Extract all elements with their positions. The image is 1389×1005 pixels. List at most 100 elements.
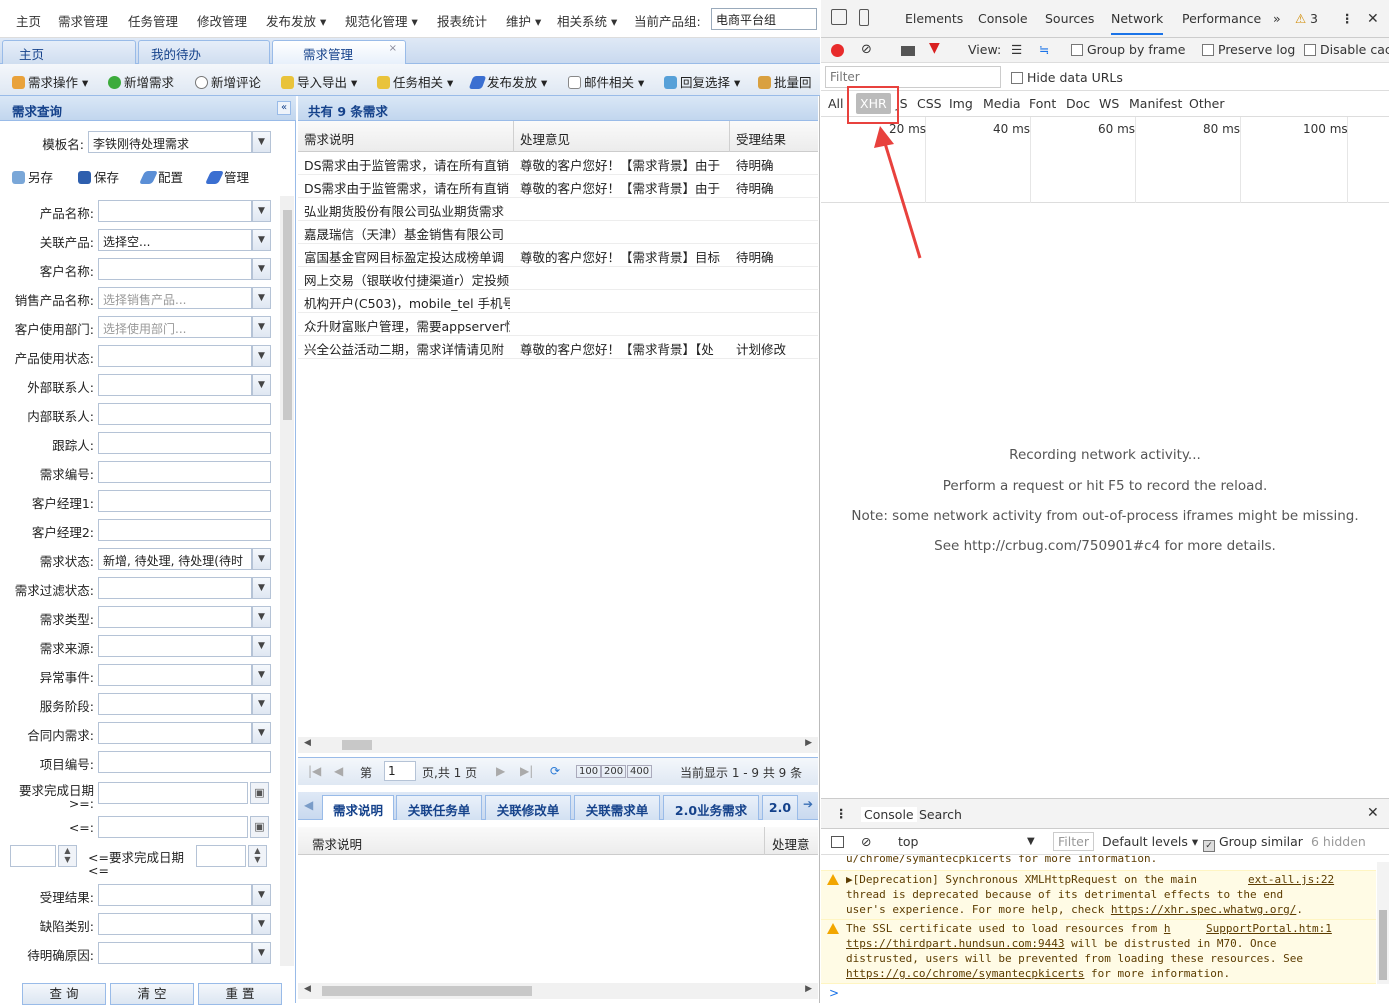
source-link[interactable]: ext-all.js:22	[1248, 872, 1334, 887]
query-field-13[interactable]: 新增, 待处理, 待处理(待时	[98, 548, 252, 570]
console-scrollbar[interactable]	[1377, 862, 1389, 984]
detail-horizontal-scrollbar[interactable]: ◀ ▶	[298, 983, 818, 999]
scroll-right-icon[interactable]: ▶	[805, 984, 812, 994]
table-row[interactable]: 众升财富账户管理，需要appserver恒	[298, 313, 818, 336]
clear-button[interactable]: 清 空	[110, 983, 194, 1005]
query-field-7[interactable]	[98, 374, 252, 396]
accept-result-select[interactable]	[98, 884, 252, 906]
chevron-down-icon[interactable]: ▼	[252, 577, 271, 599]
close-icon[interactable]: ×	[389, 43, 397, 54]
column-result[interactable]: 受理结果	[736, 129, 786, 148]
tab-performance[interactable]: Performance	[1182, 11, 1261, 26]
group-similar-checkbox[interactable]: ✓ Group similar	[1203, 834, 1303, 852]
save-as-button[interactable]: 另存	[12, 167, 53, 186]
manage-button[interactable]: 管理	[204, 167, 249, 186]
hide-data-urls-checkbox[interactable]: Hide data URLs	[1011, 70, 1123, 85]
calendar-icon[interactable]: ▣	[250, 816, 269, 838]
prev-page-icon[interactable]: ◀	[334, 764, 343, 778]
type-manifest[interactable]: Manifest	[1129, 96, 1182, 111]
query-field-1[interactable]	[98, 200, 252, 222]
query-field-9[interactable]	[98, 432, 271, 454]
table-row[interactable]: DS需求由于监管需求，请在所有直销 尊敬的客户您好！【需求背景】由于 待明确	[298, 175, 818, 198]
disable-cache-checkbox[interactable]: Disable cac	[1304, 42, 1389, 57]
template-select[interactable]: 李铁刚待处理需求	[88, 131, 252, 153]
days-after-field[interactable]	[196, 845, 246, 867]
calendar-icon[interactable]: ▣	[250, 782, 269, 804]
query-field-17[interactable]	[98, 664, 252, 686]
query-field-15[interactable]	[98, 606, 252, 628]
query-field-11[interactable]	[98, 490, 271, 512]
menu-changes[interactable]: 修改管理	[197, 11, 247, 30]
chevron-down-icon[interactable]: ▼	[252, 548, 271, 570]
chevron-down-icon[interactable]: ▼	[252, 229, 271, 251]
due-date-from-field[interactable]	[98, 782, 248, 804]
menu-standardization[interactable]: 规范化管理 ▾	[345, 11, 418, 30]
days-before-field[interactable]	[10, 845, 56, 867]
reset-button[interactable]: 重 置	[198, 983, 282, 1005]
table-row[interactable]: 弘业期货股份有限公司弘业期货需求	[298, 198, 818, 221]
scroll-left-icon[interactable]: ◀	[304, 984, 311, 994]
spinner-icon[interactable]: ▲ ▼	[248, 845, 267, 867]
close-icon[interactable]: ✕	[1367, 11, 1379, 27]
query-field-16[interactable]	[98, 635, 252, 657]
chevron-down-icon[interactable]: ▼	[252, 374, 271, 396]
scroll-tabs-right-icon[interactable]: ➔	[803, 797, 813, 811]
collapse-panel-button[interactable]: «	[277, 101, 291, 115]
query-field-5[interactable]: 选择使用部门...	[98, 316, 252, 338]
chevron-down-icon[interactable]: ▼	[252, 258, 271, 280]
menu-release[interactable]: 发布发放 ▾	[266, 11, 326, 30]
due-date-to-field[interactable]	[98, 816, 248, 838]
detail-column-opinion[interactable]: 处理意	[772, 834, 810, 853]
defect-type-select[interactable]	[98, 913, 252, 935]
product-group-field[interactable]: 电商平台组	[711, 8, 817, 30]
page-size-400[interactable]: 400	[627, 765, 653, 778]
mail-related-button[interactable]: 邮件相关 ▾	[568, 72, 644, 91]
tab-related-changes[interactable]: 关联修改单	[485, 795, 571, 820]
chevron-down-icon[interactable]: ▼	[252, 913, 271, 935]
group-by-frame-checkbox[interactable]: Group by frame	[1071, 42, 1185, 57]
chevron-down-icon[interactable]: ▼	[252, 664, 271, 686]
query-field-12[interactable]	[98, 519, 271, 541]
chevron-down-icon[interactable]: ▼	[252, 316, 271, 338]
table-row[interactable]: 网上交易（银联收付捷渠道r）定投频	[298, 267, 818, 290]
drawer-tab-console[interactable]: Console	[861, 807, 917, 822]
grid-horizontal-scrollbar[interactable]: ◀ ▶	[298, 737, 818, 753]
tab-my-todo[interactable]: 我的待办	[138, 40, 270, 64]
record-icon[interactable]	[831, 44, 844, 57]
menu-related-systems[interactable]: 相关系统 ▾	[557, 11, 617, 30]
add-comment-button[interactable]: 新增评论	[195, 72, 261, 91]
chevron-down-icon[interactable]: ▼	[252, 200, 271, 222]
type-other[interactable]: Other	[1189, 96, 1225, 111]
log-levels-select[interactable]: Default levels ▾	[1102, 834, 1198, 849]
query-field-10[interactable]	[98, 461, 271, 483]
chevron-down-icon[interactable]: ▼	[252, 131, 271, 153]
first-page-icon[interactable]: |◀	[308, 764, 321, 778]
query-field-6[interactable]	[98, 345, 252, 367]
tab-elements[interactable]: Elements	[905, 11, 963, 26]
task-related-button[interactable]: 任务相关 ▾	[377, 72, 453, 91]
type-ws[interactable]: WS	[1099, 96, 1119, 111]
inspect-element-icon[interactable]	[831, 9, 847, 25]
last-page-icon[interactable]: ▶|	[520, 764, 533, 778]
screenshot-icon[interactable]	[901, 46, 915, 56]
clear-console-icon[interactable]: ⊘	[861, 834, 871, 849]
url-link[interactable]: https://g.co/chrome/symantecpkicerts	[846, 967, 1084, 980]
tab-requirements[interactable]: 需求管理 ×	[272, 40, 406, 64]
chevron-down-icon[interactable]: ▼	[252, 693, 271, 715]
table-row[interactable]: 富国基金官网目标盈定投达成榜单调 尊敬的客户您好！【需求背景】目标 待明确	[298, 244, 818, 267]
chevron-down-icon[interactable]: ▼	[1027, 836, 1035, 847]
device-toolbar-icon[interactable]	[859, 9, 869, 26]
table-row[interactable]: 机构开户(C503)，mobile_tel 手机号	[298, 290, 818, 313]
type-css[interactable]: CSS	[917, 96, 942, 111]
chevron-down-icon[interactable]: ▼	[252, 942, 271, 964]
tab-more-2[interactable]: 2.0	[762, 795, 798, 820]
query-field-8[interactable]	[98, 403, 271, 425]
filter-icon[interactable]: ▼	[929, 40, 940, 56]
menu-tasks[interactable]: 任务管理	[128, 11, 178, 30]
clear-icon[interactable]: ⊘	[861, 42, 872, 57]
table-row[interactable]: 兴全公益活动二期，需求详情请见附 尊敬的客户您好！【需求背景】【处 计划修改	[298, 336, 818, 359]
tab-related-requirements[interactable]: 关联需求单	[574, 795, 660, 820]
scrollbar-thumb[interactable]	[342, 740, 372, 750]
list-view-icon[interactable]: ☰	[1011, 42, 1022, 57]
close-icon[interactable]: ✕	[1367, 805, 1379, 821]
